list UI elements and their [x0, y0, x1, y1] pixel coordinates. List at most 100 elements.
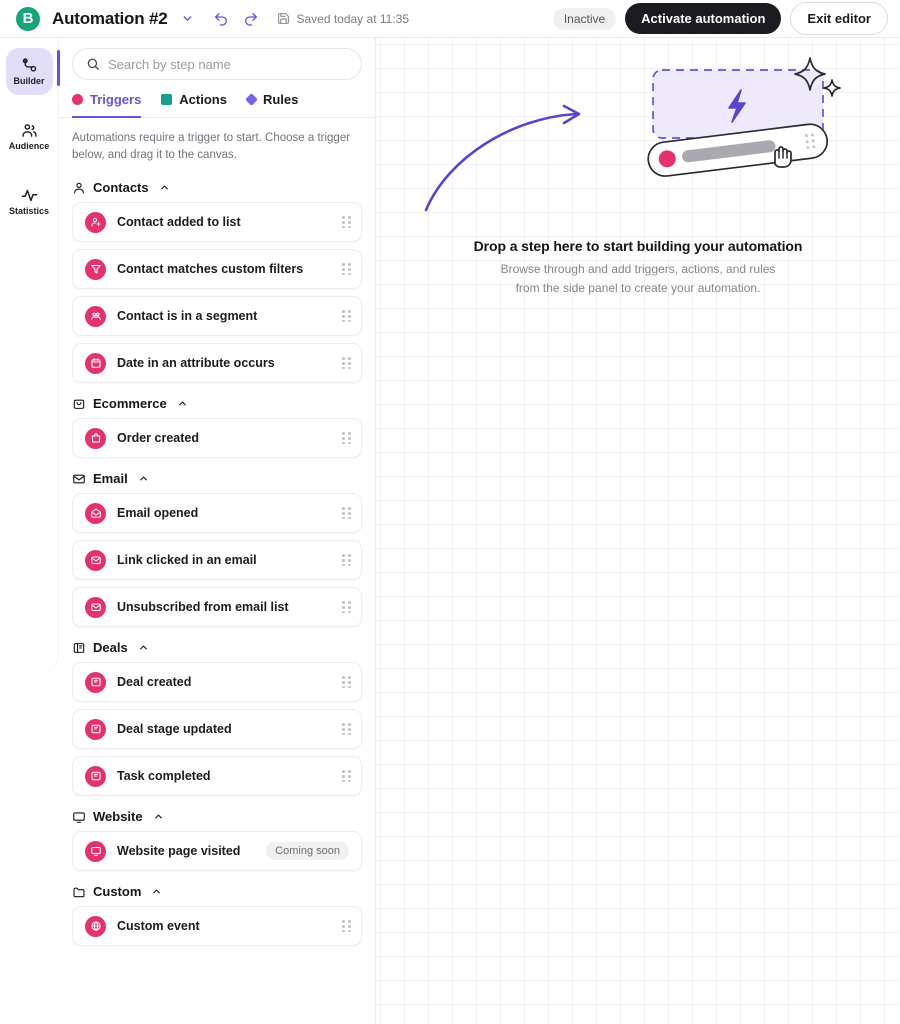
person-plus-icon	[85, 211, 106, 233]
step-card[interactable]: Order created	[72, 418, 362, 459]
chevron-up-icon[interactable]	[151, 886, 162, 897]
exit-editor-button[interactable]: Exit editor	[790, 2, 888, 35]
step-group-label: Ecommerce	[93, 396, 167, 412]
floppy-disk-icon	[277, 12, 290, 25]
step-card[interactable]: Deal stage updated	[72, 709, 362, 750]
brand-logo-icon: B	[16, 6, 40, 31]
step-card-label: Task completed	[117, 769, 211, 784]
chevron-up-icon[interactable]	[177, 398, 188, 409]
tab-label: Triggers	[90, 92, 142, 107]
empty-state-subtitle: Browse through and add triggers, actions…	[376, 260, 900, 297]
drag-handle-icon[interactable]	[339, 432, 351, 445]
step-group-header-contacts[interactable]: Contacts	[72, 180, 362, 195]
tab-rules[interactable]: Rules	[245, 92, 298, 118]
panel-hint-text: Automations require a trigger to start. …	[72, 132, 351, 161]
step-card-label: Contact added to list	[117, 215, 241, 230]
chevron-up-icon[interactable]	[153, 811, 164, 822]
drag-handle-icon[interactable]	[339, 263, 351, 276]
sidebar-item-label: Audience	[8, 141, 50, 151]
drag-handle-icon[interactable]	[339, 676, 351, 689]
monitor-icon	[85, 840, 106, 862]
step-card-label: Date in an attribute occurs	[117, 356, 275, 371]
drag-handle-icon[interactable]	[339, 920, 351, 933]
drag-handle-icon[interactable]	[339, 310, 351, 323]
step-card[interactable]: Email opened	[72, 493, 362, 534]
step-card-label: Email opened	[117, 506, 199, 521]
save-status: Saved today at 11:35	[277, 12, 409, 26]
sidebar-item-builder[interactable]: Builder	[5, 48, 53, 95]
builder-icon	[21, 57, 38, 74]
drag-handle-icon[interactable]	[339, 507, 351, 520]
drag-handle-icon[interactable]	[339, 357, 351, 370]
drag-handle-icon[interactable]	[339, 723, 351, 736]
people-icon	[85, 305, 106, 327]
drag-handle-icon[interactable]	[339, 554, 351, 567]
search-input[interactable]	[108, 56, 348, 72]
step-library-panel: Triggers Actions Rules Automations requi…	[59, 38, 376, 1024]
step-group-list[interactable]: Contacts Contact added to list Contact mat…	[59, 167, 375, 1024]
shopping-bag-icon	[72, 397, 86, 411]
empty-state-title: Drop a step here to start building your …	[473, 238, 803, 254]
step-card[interactable]: Contact matches custom filters	[72, 249, 362, 290]
search-container	[59, 38, 375, 80]
sidebar-item-statistics[interactable]: Statistics	[6, 178, 53, 225]
activate-automation-button[interactable]: Activate automation	[625, 3, 782, 34]
empty-state-subtitle-line2: from the side panel to create your autom…	[515, 280, 761, 295]
save-status-text: Saved today at 11:35	[296, 11, 409, 26]
monitor-icon	[72, 810, 86, 824]
filter-icon	[85, 258, 106, 280]
step-card[interactable]: Unsubscribed from email list	[72, 587, 362, 628]
tab-triggers[interactable]: Triggers	[72, 92, 142, 118]
chevron-down-icon[interactable]	[175, 7, 199, 31]
step-card-label: Link clicked in an email	[117, 553, 257, 568]
drag-handle-icon[interactable]	[339, 601, 351, 614]
empty-state-subtitle-line1: Browse through and add triggers, actions…	[500, 262, 776, 276]
step-group-header-deals[interactable]: Deals	[72, 640, 362, 655]
step-card[interactable]: Contact added to list	[72, 202, 362, 243]
person-icon	[72, 181, 86, 195]
sidebar-item-audience[interactable]: Audience	[6, 113, 53, 160]
undo-redo-group	[209, 7, 263, 31]
step-group-header-website[interactable]: Website	[72, 809, 362, 824]
search-box[interactable]	[72, 48, 362, 80]
search-icon	[86, 57, 100, 71]
step-type-tabs: Triggers Actions Rules	[59, 80, 375, 118]
top-bar-actions: Inactive Activate automation Exit editor	[552, 2, 888, 35]
globe-icon	[85, 915, 106, 937]
empty-state-text: Drop a step here to start building your …	[376, 238, 900, 297]
step-group-header-email[interactable]: Email	[72, 471, 362, 486]
left-nav-rail: Builder Audience Statistics	[0, 38, 59, 672]
chevron-up-icon[interactable]	[159, 182, 170, 193]
step-card-label: Contact is in a segment	[117, 309, 258, 324]
step-group-header-custom[interactable]: Custom	[72, 884, 362, 899]
step-card[interactable]: Website page visited Coming soon	[72, 831, 362, 872]
deal-icon	[85, 718, 106, 740]
drag-handle-icon[interactable]	[339, 770, 351, 783]
step-card[interactable]: Contact is in a segment	[72, 296, 362, 337]
step-card[interactable]: Deal created	[72, 662, 362, 703]
step-card[interactable]: Task completed	[72, 756, 362, 797]
chevron-up-icon[interactable]	[138, 473, 149, 484]
step-card-label: Deal created	[117, 675, 192, 690]
drag-handle-icon[interactable]	[339, 216, 351, 229]
step-card[interactable]: Custom event	[72, 906, 362, 947]
step-card[interactable]: Date in an attribute occurs	[72, 343, 362, 384]
redo-icon[interactable]	[239, 7, 263, 31]
envelope-icon	[85, 596, 106, 618]
step-card[interactable]: Link clicked in an email	[72, 540, 362, 581]
undo-icon[interactable]	[209, 7, 233, 31]
tab-label: Actions	[179, 92, 227, 107]
folder-icon	[72, 885, 86, 899]
chevron-up-icon[interactable]	[138, 642, 149, 653]
automation-canvas[interactable]: Drop a step here to start building your …	[376, 38, 900, 1024]
step-card-label: Website page visited	[117, 844, 241, 859]
step-group-label: Contacts	[93, 180, 149, 196]
step-card-label: Unsubscribed from email list	[117, 600, 289, 615]
step-card-label: Contact matches custom filters	[117, 262, 304, 277]
step-group-header-ecommerce[interactable]: Ecommerce	[72, 396, 362, 411]
deal-icon	[85, 671, 106, 693]
sidebar-item-label: Builder	[13, 76, 45, 86]
envelope-icon	[72, 472, 86, 486]
tab-actions[interactable]: Actions	[161, 92, 227, 118]
top-bar: B Automation #2 Saved today at 11:35 Ina…	[0, 0, 900, 38]
